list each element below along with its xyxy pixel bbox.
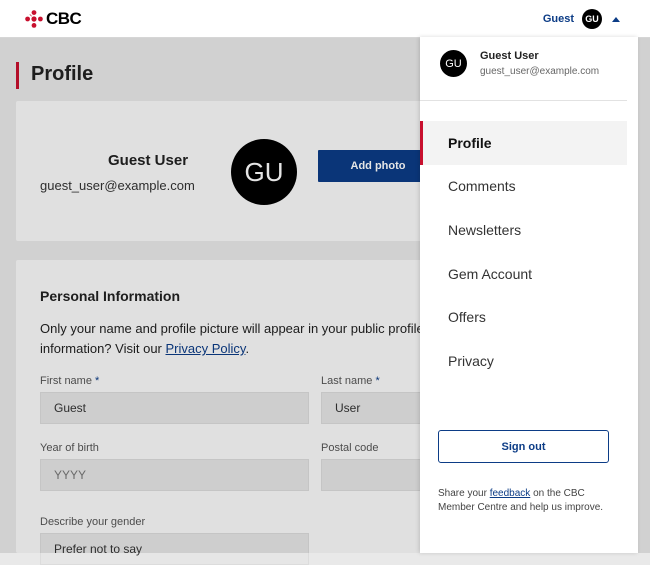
privacy-notice: information? Visit our Privacy Policy. — [40, 341, 249, 356]
top-header: CBC Guest GU — [0, 0, 650, 38]
menu-item-label: Newsletters — [448, 221, 522, 238]
feedback-text: Share your feedback on the CBC Member Ce… — [438, 487, 618, 515]
profile-name: Guest User — [108, 152, 189, 169]
required-marker: * — [375, 375, 380, 387]
required-marker: * — [95, 375, 100, 387]
title-accent-bar — [16, 62, 19, 89]
menu-item-comments[interactable]: Comments — [420, 165, 627, 209]
gender-label: Describe your gender — [40, 516, 146, 528]
personal-information-text: Only your name and profile picture will … — [40, 321, 424, 336]
menu-item-privacy[interactable]: Privacy — [420, 339, 627, 383]
privacy-policy-link[interactable]: Privacy Policy — [166, 341, 246, 356]
account-menu-toggle[interactable]: Guest GU — [543, 9, 620, 29]
personal-information-title: Personal Information — [40, 288, 181, 304]
postal-code-label: Postal code — [321, 442, 379, 454]
menu-item-label: Privacy — [448, 352, 494, 369]
menu-avatar: GU — [440, 50, 467, 77]
menu-item-newsletters[interactable]: Newsletters — [420, 208, 627, 252]
first-name-label-text: First name — [40, 375, 92, 387]
menu-item-label: Profile — [448, 134, 492, 151]
sign-out-button[interactable]: Sign out — [438, 430, 609, 463]
feedback-link[interactable]: feedback — [490, 488, 531, 499]
privacy-notice-suffix: . — [245, 341, 250, 356]
privacy-notice-prefix: information? Visit our — [40, 341, 166, 356]
first-name-field[interactable]: Guest — [40, 392, 309, 424]
cbc-gem-icon — [25, 10, 43, 28]
feedback-prefix: Share your — [438, 488, 490, 499]
account-dropdown-menu: GU Guest User guest_user@example.com Pro… — [420, 37, 638, 553]
menu-item-offers[interactable]: Offers — [420, 295, 627, 339]
menu-divider — [420, 100, 627, 101]
first-name-label: First name * — [40, 375, 99, 387]
profile-email: guest_user@example.com — [40, 178, 195, 193]
last-name-label-text: Last name — [321, 375, 373, 387]
page-title: Profile — [31, 63, 94, 85]
menu-user-name: Guest User — [480, 50, 539, 62]
menu-item-gem-account[interactable]: Gem Account — [420, 252, 627, 296]
year-of-birth-label: Year of birth — [40, 442, 99, 454]
caret-up-icon — [612, 16, 620, 22]
last-name-field[interactable]: User — [321, 392, 421, 424]
postal-code-field[interactable] — [321, 459, 421, 491]
menu-item-label: Comments — [448, 178, 516, 195]
menu-item-profile[interactable]: Profile — [420, 121, 627, 165]
header-user-name: Guest — [542, 13, 574, 25]
logo-text: CBC — [46, 9, 82, 28]
header-avatar: GU — [582, 9, 602, 29]
gender-select[interactable]: Prefer not to say — [40, 533, 309, 565]
profile-avatar: GU — [231, 139, 297, 205]
last-name-label: Last name * — [321, 375, 380, 387]
menu-list: Profile Comments Newsletters Gem Account… — [420, 121, 627, 383]
menu-item-label: Offers — [448, 309, 486, 326]
cbc-logo[interactable]: CBC — [25, 9, 82, 29]
menu-item-label: Gem Account — [448, 265, 533, 282]
year-of-birth-field[interactable]: YYYY — [40, 459, 309, 491]
menu-user-email: guest_user@example.com — [480, 66, 600, 77]
